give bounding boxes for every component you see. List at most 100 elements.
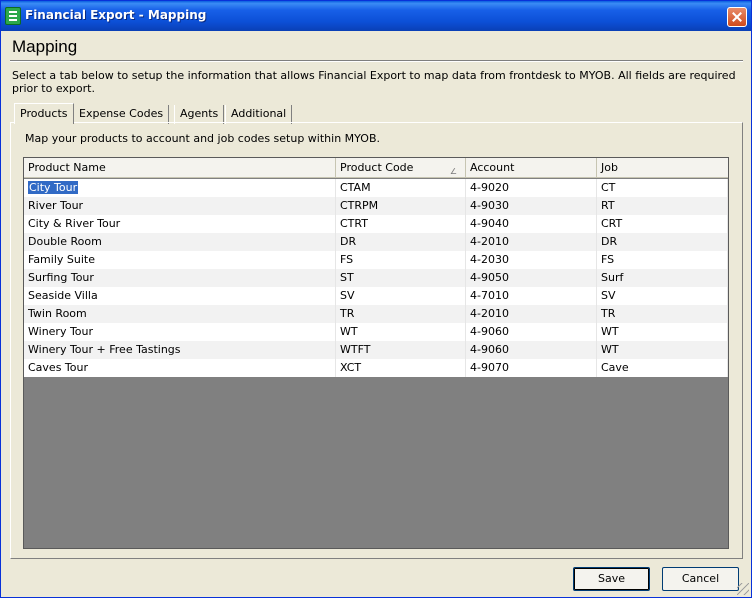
- cell-product-name-text: Double Room: [28, 235, 102, 248]
- cell-product-code[interactable]: SV: [336, 287, 466, 305]
- cell-job[interactable]: WT: [597, 323, 728, 341]
- cell-job[interactable]: CT: [597, 179, 728, 197]
- cell-account[interactable]: 4-9060: [466, 323, 597, 341]
- cell-account[interactable]: 4-2030: [466, 251, 597, 269]
- column-header-job[interactable]: Job: [597, 158, 728, 178]
- cell-product-name[interactable]: Surfing Tour: [24, 269, 336, 287]
- table-row[interactable]: Surfing Tour ST 4-9050 Surf: [24, 269, 728, 287]
- table-row[interactable]: River Tour CTRPM 4-9030 RT: [24, 197, 728, 215]
- panel-description: Map your products to account and job cod…: [25, 132, 380, 145]
- cell-product-name[interactable]: River Tour: [24, 197, 336, 215]
- cell-job[interactable]: DR: [597, 233, 728, 251]
- cell-job-text: RT: [601, 199, 615, 212]
- cell-job[interactable]: WT: [597, 341, 728, 359]
- financial-export-mapping-window: Financial Export - Mapping Mapping Selec…: [0, 0, 752, 598]
- cell-product-name-text: Family Suite: [28, 253, 95, 266]
- cell-account[interactable]: 4-9070: [466, 359, 597, 377]
- cell-product-name[interactable]: Double Room: [24, 233, 336, 251]
- cell-product-code[interactable]: FS: [336, 251, 466, 269]
- save-button[interactable]: Save: [573, 567, 650, 591]
- cell-product-name-text: Surfing Tour: [28, 271, 94, 284]
- cell-job[interactable]: CRT: [597, 215, 728, 233]
- cell-account[interactable]: 4-2010: [466, 305, 597, 323]
- cell-account[interactable]: 4-7010: [466, 287, 597, 305]
- cell-product-code-text: CTRT: [340, 217, 368, 230]
- heading-divider: [10, 60, 743, 62]
- resize-grip[interactable]: [737, 583, 749, 595]
- cell-product-name-text: Seaside Villa: [28, 289, 98, 302]
- cell-product-code[interactable]: CTAM: [336, 179, 466, 197]
- cell-account-text: 4-9030: [470, 199, 509, 212]
- column-header-product-name[interactable]: Product Name: [24, 158, 336, 178]
- cell-product-code-text: DR: [340, 235, 357, 248]
- cell-job[interactable]: FS: [597, 251, 728, 269]
- title-bar[interactable]: Financial Export - Mapping: [1, 1, 751, 31]
- cell-account[interactable]: 4-9050: [466, 269, 597, 287]
- cell-product-name[interactable]: Caves Tour: [24, 359, 336, 377]
- cell-product-code[interactable]: WTFT: [336, 341, 466, 359]
- cell-product-name-text: Winery Tour: [28, 325, 94, 338]
- table-row[interactable]: Winery Tour WT 4-9060 WT: [24, 323, 728, 341]
- cell-product-code[interactable]: TR: [336, 305, 466, 323]
- cell-job[interactable]: Cave: [597, 359, 728, 377]
- cell-account-text: 4-2030: [470, 253, 509, 266]
- cell-product-code[interactable]: DR: [336, 233, 466, 251]
- cell-product-code-text: FS: [340, 253, 354, 266]
- cell-product-code[interactable]: WT: [336, 323, 466, 341]
- cell-job[interactable]: RT: [597, 197, 728, 215]
- table-row[interactable]: City Tour CTAM 4-9020 CT: [24, 179, 728, 197]
- cell-job-text: WT: [601, 343, 619, 356]
- cell-account[interactable]: 4-9040: [466, 215, 597, 233]
- cell-job[interactable]: SV: [597, 287, 728, 305]
- table-row[interactable]: Seaside Villa SV 4-7010 SV: [24, 287, 728, 305]
- cell-account[interactable]: 4-9020: [466, 179, 597, 197]
- cell-account-text: 4-9060: [470, 325, 509, 338]
- cell-account[interactable]: 4-2010: [466, 233, 597, 251]
- cell-job-text: FS: [601, 253, 615, 266]
- product-mapping-grid[interactable]: Product Name Product Code ∠ Account Job C…: [23, 157, 729, 549]
- cell-product-code-text: CTRPM: [340, 199, 379, 212]
- cell-product-name[interactable]: Winery Tour: [24, 323, 336, 341]
- cell-product-code[interactable]: XCT: [336, 359, 466, 377]
- column-header-account[interactable]: Account: [466, 158, 597, 178]
- cell-job-text: DR: [601, 235, 618, 248]
- cell-job[interactable]: TR: [597, 305, 728, 323]
- cell-product-code[interactable]: ST: [336, 269, 466, 287]
- close-icon[interactable]: [727, 7, 747, 27]
- table-row[interactable]: Twin Room TR 4-2010 TR: [24, 305, 728, 323]
- cell-product-name-text: Twin Room: [28, 307, 87, 320]
- cell-account-text: 4-2010: [470, 235, 509, 248]
- tab-products[interactable]: Products: [14, 103, 74, 124]
- cell-product-code-text: XCT: [340, 361, 362, 374]
- cell-product-name-text: City & River Tour: [28, 217, 121, 230]
- table-row[interactable]: Winery Tour + Free Tastings WTFT 4-9060 WT: [24, 341, 728, 359]
- cell-account[interactable]: 4-9030: [466, 197, 597, 215]
- cell-job-text: WT: [601, 325, 619, 338]
- cell-product-name[interactable]: Winery Tour + Free Tastings: [24, 341, 336, 359]
- table-row[interactable]: City & River Tour CTRT 4-9040 CRT: [24, 215, 728, 233]
- cell-job-text: CRT: [601, 217, 623, 230]
- cell-product-code-text: WTFT: [340, 343, 371, 356]
- table-row[interactable]: Caves Tour XCT 4-9070 Cave: [24, 359, 728, 377]
- cell-product-name[interactable]: Family Suite: [24, 251, 336, 269]
- cell-account-text: 4-7010: [470, 289, 509, 302]
- cell-product-code-text: ST: [340, 271, 354, 284]
- cell-job[interactable]: Surf: [597, 269, 728, 287]
- cell-account-text: 4-9040: [470, 217, 509, 230]
- table-row[interactable]: Family Suite FS 4-2030 FS: [24, 251, 728, 269]
- instructions-text: Select a tab below to setup the informat…: [12, 69, 736, 95]
- cell-product-name-text: City Tour: [28, 181, 79, 194]
- cell-product-name[interactable]: City & River Tour: [24, 215, 336, 233]
- window-title: Financial Export - Mapping: [25, 8, 207, 22]
- cell-product-name-text: River Tour: [28, 199, 84, 212]
- cell-product-code[interactable]: CTRT: [336, 215, 466, 233]
- cell-account-text: 4-2010: [470, 307, 509, 320]
- cancel-button[interactable]: Cancel: [662, 567, 739, 591]
- table-row[interactable]: Double Room DR 4-2010 DR: [24, 233, 728, 251]
- column-header-product-code[interactable]: Product Code ∠: [336, 158, 466, 178]
- cell-product-name[interactable]: Twin Room: [24, 305, 336, 323]
- cell-product-name[interactable]: City Tour: [24, 179, 336, 197]
- cell-product-name[interactable]: Seaside Villa: [24, 287, 336, 305]
- cell-product-code[interactable]: CTRPM: [336, 197, 466, 215]
- cell-account[interactable]: 4-9060: [466, 341, 597, 359]
